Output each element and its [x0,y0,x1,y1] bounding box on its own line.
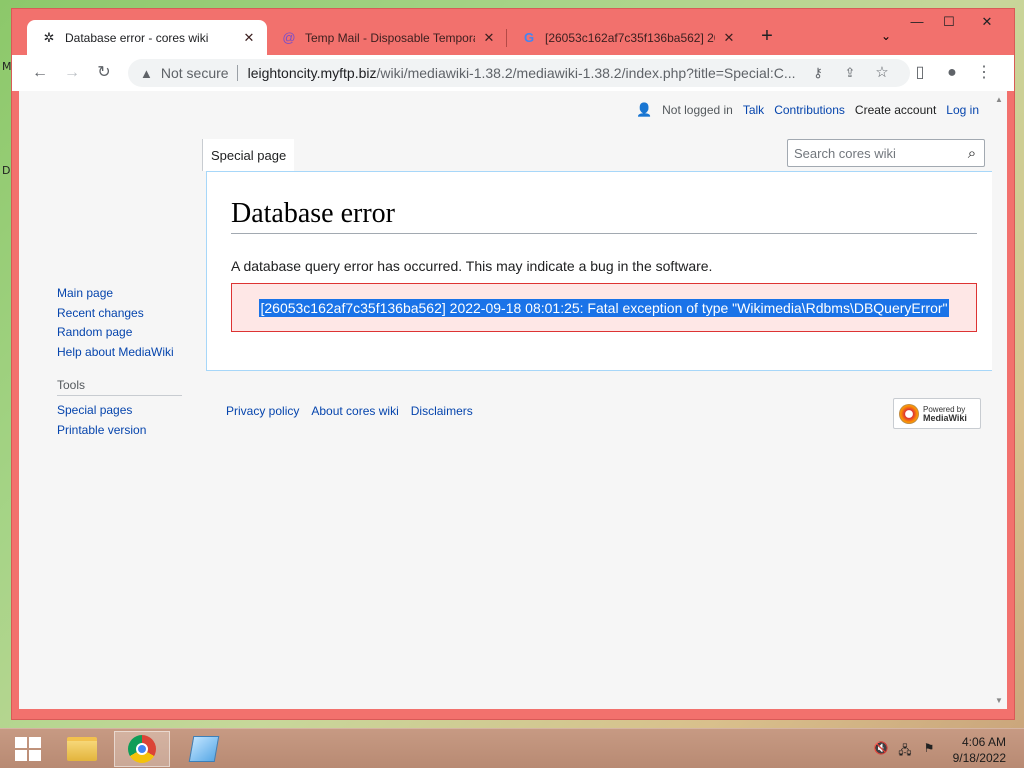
login-link[interactable]: Log in [946,103,979,117]
sidebar-item-special-pages[interactable]: Special pages [57,401,187,421]
tab-title: Database error - cores wiki [65,30,209,45]
error-box: [26053c162af7c35f136ba562] 2022-09-18 08… [231,283,977,332]
sidebar-item-recent-changes[interactable]: Recent changes [57,304,187,324]
minimize-button[interactable]: — [902,13,932,33]
tab-google-search[interactable]: G [26053c162af7c35f136ba562] 20 ✕ [507,20,747,55]
contributions-link[interactable]: Contributions [774,103,845,117]
privacy-policy-link[interactable]: Privacy policy [226,404,299,418]
url-host: leightoncity.myftp.biz [247,65,377,81]
wiki-favicon-icon: ✲ [43,29,55,45]
file-explorer-button[interactable] [54,731,110,767]
sidebar-item-main-page[interactable]: Main page [57,284,187,304]
share-icon[interactable]: ⇪ [840,63,860,83]
close-tab-icon[interactable]: ✕ [241,30,257,46]
maximize-button[interactable]: ☐ [934,13,964,33]
sidebar-item-random-page[interactable]: Random page [57,323,187,343]
content-area: Database error A database query error ha… [206,171,1001,371]
personal-tools: 👤 Not logged in Talk Contributions Creat… [636,102,979,118]
not-logged-in-label: Not logged in [662,103,733,117]
chrome-taskbar-button[interactable] [114,731,170,767]
powered-line-2: MediaWiki [923,412,967,423]
powered-by-text: Powered by MediaWiki [923,405,967,423]
sidebar-item-printable-version[interactable]: Printable version [57,421,187,441]
mediawiki-logo-icon [899,403,919,424]
address-bar[interactable]: ▲ Not secure leightoncity.myftp.biz/wiki… [128,59,910,87]
url-text[interactable]: leightoncity.myftp.biz/wiki/mediawiki-1.… [248,65,803,81]
windows-logo-icon [15,737,41,761]
tab-title: Temp Mail - Disposable Tempora [305,30,475,45]
security-label[interactable]: Not secure [161,65,229,81]
system-tray: 🔇 🖧 ⚑ [872,741,938,762]
taskbar: 🔇 🖧 ⚑ 4:06 AM 9/18/2022 [0,728,1024,768]
wiki-search-input[interactable]: Search cores wiki ⌕ [787,139,985,167]
system-clock[interactable]: 4:06 AM 9/18/2022 [953,734,1006,766]
browser-window: ✲ Database error - cores wiki ✕ @ Temp M… [11,8,1015,720]
notepad-icon [188,736,220,762]
forward-button[interactable]: → [60,61,84,85]
close-window-button[interactable]: ✕ [972,13,1002,33]
footer-links: Privacy policy About cores wiki Disclaim… [226,404,473,418]
reload-button[interactable]: ↻ [92,61,116,85]
bookmark-star-icon[interactable]: ☆ [872,63,892,83]
tools-heading: Tools [57,378,182,396]
back-button[interactable]: ← [28,61,52,85]
close-tab-icon[interactable]: ✕ [721,30,737,46]
notepad-taskbar-button[interactable] [176,731,232,767]
talk-link[interactable]: Talk [743,103,764,117]
tempmail-favicon-icon: @ [282,30,296,45]
start-button[interactable] [0,731,56,767]
google-favicon-icon: G [523,30,535,45]
create-account-link[interactable]: Create account [855,103,936,117]
search-placeholder: Search cores wiki [794,145,896,161]
tab-special-page[interactable]: Special page [202,139,295,171]
desktop-letter-d: D [2,164,11,177]
scroll-down-icon[interactable]: ▼ [995,696,1003,705]
error-detail-text[interactable]: [26053c162af7c35f136ba562] 2022-09-18 08… [259,298,949,317]
warning-icon[interactable]: ▲ [140,66,153,81]
scroll-up-icon[interactable]: ▲ [995,95,1003,104]
error-message: A database query error has occurred. Thi… [231,258,713,274]
about-link[interactable]: About cores wiki [311,404,398,418]
tab-database-error[interactable]: ✲ Database error - cores wiki ✕ [27,20,267,55]
network-icon[interactable]: 🖧 [896,741,914,762]
sidebar-item-help[interactable]: Help about MediaWiki [57,343,187,363]
menu-kebab-icon[interactable]: ⋮ [972,61,996,85]
sidebar: Main page Recent changes Random page Hel… [57,284,187,440]
page-title: Database error [231,198,977,234]
page-viewport: 👤 Not logged in Talk Contributions Creat… [19,91,1007,709]
powered-by-mediawiki-badge[interactable]: Powered by MediaWiki [893,398,981,429]
tab-strip: ✲ Database error - cores wiki ✕ @ Temp M… [12,9,1014,55]
user-icon: 👤 [635,102,653,117]
scrollbar[interactable]: ▲ ▼ [992,91,1007,709]
tab-title: [26053c162af7c35f136ba562] 20 [545,30,715,45]
side-panel-icon[interactable]: ▯ [908,61,932,85]
url-path: /wiki/mediawiki-1.38.2/mediawiki-1.38.2/… [376,65,796,81]
folder-icon [67,737,97,761]
tab-search-button[interactable]: ⌄ [876,26,896,46]
close-tab-icon[interactable]: ✕ [481,30,497,46]
browser-toolbar: ← → ↻ ▲ Not secure leightoncity.myftp.bi… [12,55,1014,91]
action-center-flag-icon[interactable]: ⚑ [920,741,938,762]
tab-temp-mail[interactable]: @ Temp Mail - Disposable Tempora ✕ [267,20,507,55]
clock-time: 4:06 AM [961,735,1006,749]
clock-date: 9/18/2022 [952,751,1006,765]
profile-avatar-icon[interactable]: ● [940,61,964,85]
new-tab-button[interactable]: + [755,25,779,49]
search-icon[interactable]: ⌕ [960,145,984,162]
key-icon[interactable]: ⚷ [808,63,828,83]
chrome-icon [128,735,156,763]
address-separator [236,65,238,81]
volume-muted-icon[interactable]: 🔇 [872,741,890,762]
disclaimers-link[interactable]: Disclaimers [411,404,473,418]
